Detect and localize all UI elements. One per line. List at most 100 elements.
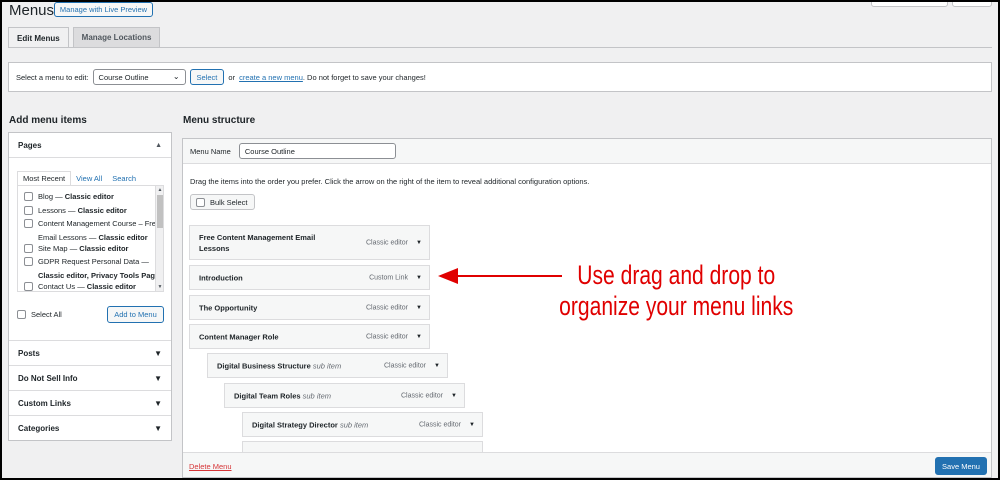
or-text: or (228, 72, 236, 82)
page-checkbox[interactable] (24, 192, 33, 201)
menu-item-type: Classic editor (365, 304, 408, 311)
menu-item-title: Free Content Management Email Lessons (199, 232, 316, 253)
sub-item-label: sub item (339, 420, 369, 429)
annotation-text: Use drag and drop to organize your menu … (553, 260, 799, 322)
posts-accordion-header[interactable]: Posts ▼ (9, 341, 171, 366)
expand-arrow-icon[interactable]: ▼ (416, 334, 422, 340)
list-item[interactable]: Lessons — Classic editor (24, 204, 150, 218)
tabs-divider (8, 47, 992, 48)
pages-accordion-header[interactable]: Pages ▲ (9, 133, 171, 158)
menu-item[interactable]: Introduction Custom Link ▼ (189, 265, 430, 290)
page-title: Site Map (38, 243, 68, 253)
menu-footer-bar: Delete Menu Save Menu (183, 452, 991, 477)
annotation-arrow-icon (438, 268, 562, 284)
add-menu-items-panel: Pages ▲ Most Recent View All Search Blog… (8, 132, 172, 441)
custom-links-accordion-header[interactable]: Custom Links ▼ (9, 391, 171, 416)
tab-search[interactable]: Search (107, 171, 141, 185)
menu-name-bar: Menu Name Course Outline (183, 139, 991, 164)
menu-item[interactable]: The Opportunity Classic editor ▼ (189, 295, 430, 320)
accordion-title: Categories (18, 424, 60, 433)
menu-item[interactable]: Digital Team Roles sub item Classic edit… (224, 383, 465, 408)
categories-accordion-header[interactable]: Categories ▼ (9, 416, 171, 441)
save-menu-button[interactable]: Save Menu (935, 457, 987, 475)
select-button[interactable]: Select (189, 69, 225, 85)
bulk-select-checkbox[interactable] (196, 197, 205, 207)
delete-menu-link[interactable]: Delete Menu (189, 462, 232, 471)
expand-arrow-icon[interactable]: ▼ (416, 305, 422, 311)
scroll-up-icon[interactable]: ▲ (156, 187, 163, 193)
pages-accordion-body: Most Recent View All Search Blog — Class… (9, 158, 171, 341)
tab-view-all[interactable]: View All (71, 171, 107, 185)
menu-item[interactable]: Digital Business Structure sub item Clas… (207, 353, 448, 378)
caret-up-icon: ▲ (155, 141, 162, 149)
caret-down-icon: ▼ (154, 398, 162, 408)
bulk-select-control[interactable]: Bulk Select (190, 194, 255, 210)
page-title: Lessons (38, 205, 66, 215)
menu-item[interactable]: Digital Strategy Director sub item Class… (242, 412, 483, 437)
scroll-down-icon[interactable]: ▼ (156, 284, 163, 290)
accordion-title: Posts (18, 348, 40, 358)
select-all-checkbox[interactable] (17, 310, 26, 319)
menu-item-title: Digital Strategy Director (252, 420, 338, 429)
nav-tabs: Edit Menus Manage Locations (8, 27, 161, 48)
help-button[interactable] (952, 0, 992, 7)
menu-select-dropdown[interactable]: Course Outline ⌄ (92, 69, 186, 85)
list-item[interactable]: Blog — Classic editor (24, 190, 150, 204)
screen-options-button[interactable] (871, 0, 948, 7)
menu-item-title: Introduction (199, 273, 243, 282)
menu-item-title: Digital Team Roles (234, 391, 301, 400)
expand-arrow-icon[interactable]: ▼ (469, 422, 475, 428)
menu-item[interactable]: Free Content Management Email Lessons Cl… (189, 225, 430, 260)
page-editor: Classic editor (98, 232, 148, 242)
add-menu-items-heading: Add menu items (9, 115, 87, 126)
create-new-menu-link[interactable]: create a new menu (239, 73, 303, 82)
page-checkbox[interactable] (24, 243, 33, 253)
menu-item-title: The Opportunity (199, 303, 258, 312)
menu-name-label: Menu Name (190, 146, 231, 156)
expand-arrow-icon[interactable]: ▼ (416, 275, 422, 281)
menu-item-title: Digital Business Structure (217, 361, 311, 370)
menu-item[interactable]: Content Manager Role Classic editor ▼ (189, 324, 430, 349)
menu-item-type: Classic editor (400, 392, 443, 399)
page-checkbox[interactable] (24, 257, 33, 267)
add-to-menu-button[interactable]: Add to Menu (107, 306, 164, 323)
select-menu-bar: Select a menu to edit: Course Outline ⌄ … (8, 62, 992, 92)
expand-arrow-icon[interactable]: ▼ (434, 363, 440, 369)
page-checkbox[interactable] (24, 205, 33, 215)
tab-manage-locations[interactable]: Manage Locations (72, 27, 161, 47)
caret-down-icon: ▼ (154, 373, 162, 383)
page-title: GDPR Request Personal Data (38, 257, 140, 267)
caret-down-icon: ▼ (154, 348, 162, 358)
list-scrollbar[interactable]: ▲ ▼ (155, 186, 163, 291)
page-editor: Classic editor (64, 192, 114, 201)
page-editor: Classic editor (77, 205, 127, 215)
select-all-label: Select All (31, 310, 62, 319)
expand-arrow-icon[interactable]: ▼ (416, 240, 422, 246)
menu-item-type: Custom Link (369, 274, 408, 281)
accordion-title: Custom Links (18, 398, 71, 408)
tab-edit-menus[interactable]: Edit Menus (8, 27, 69, 48)
bulk-select-label: Bulk Select (210, 197, 248, 207)
live-preview-button[interactable]: Manage with Live Preview (54, 2, 153, 17)
menu-structure-heading: Menu structure (183, 115, 256, 126)
scrollbar-thumb[interactable] (157, 195, 163, 228)
do-not-sell-accordion-header[interactable]: Do Not Sell Info ▼ (9, 366, 171, 391)
pages-checklist: Blog — Classic editor Lessons — Classic … (17, 185, 164, 292)
menu-item-type: Classic editor (418, 421, 461, 428)
chevron-down-icon: ⌄ (172, 72, 180, 81)
page-checkbox[interactable] (24, 281, 33, 291)
annotation-line-2: organize your menu links (559, 291, 794, 321)
page-editor: Classic editor (86, 281, 136, 291)
list-item[interactable]: Content Management Course – Free Email L… (24, 217, 160, 242)
expand-arrow-icon[interactable]: ▼ (451, 393, 457, 399)
caret-down-icon: ▼ (154, 424, 162, 433)
menu-item-type: Classic editor (383, 362, 426, 369)
page-checkbox[interactable] (24, 219, 33, 229)
list-item[interactable]: GDPR Request Personal Data — Classic edi… (24, 255, 159, 280)
annotation-line-1: Use drag and drop to (577, 260, 776, 290)
tab-most-recent[interactable]: Most Recent (17, 171, 72, 185)
sub-item-label: sub item (312, 361, 342, 370)
menu-name-input[interactable]: Course Outline (238, 143, 396, 159)
select-menu-prompt: Select a menu to edit: (16, 72, 89, 82)
select-all-control[interactable]: Select All (17, 310, 62, 319)
